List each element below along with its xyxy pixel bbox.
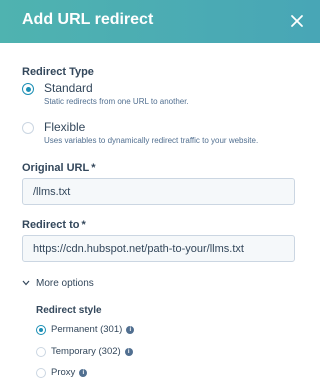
radio-button[interactable] <box>36 325 46 335</box>
redirect-style-label: Redirect style <box>36 305 102 316</box>
redirect-to-label: Redirect to * <box>22 219 86 231</box>
modal-title: Add URL redirect <box>22 11 154 28</box>
radio-label: Proxy <box>51 367 76 378</box>
radio-label: Flexible <box>44 120 86 134</box>
radio-label: Permanent (301) <box>51 324 123 335</box>
radio-label-wrap: Temporary (302) i <box>51 346 133 357</box>
info-icon[interactable]: i <box>79 369 88 377</box>
more-options-toggle[interactable]: More options <box>22 278 94 289</box>
radio-button[interactable] <box>36 347 46 357</box>
more-options-label: More options <box>36 278 94 289</box>
redirect-to-label-text: Redirect to <box>22 219 80 231</box>
original-url-label-text: Original URL <box>22 162 90 174</box>
radio-button[interactable] <box>22 122 34 134</box>
radio-description: Uses variables to dynamically redirect t… <box>44 136 259 145</box>
radio-label: Temporary (302) <box>51 346 121 357</box>
radio-label: Standard <box>44 81 93 95</box>
required-mark: * <box>81 219 86 231</box>
redirect-to-input[interactable] <box>22 235 295 262</box>
required-mark: * <box>91 162 96 174</box>
radio-button[interactable] <box>36 368 46 378</box>
radio-button[interactable] <box>22 83 34 95</box>
original-url-input[interactable] <box>22 178 295 205</box>
modal-header: Add URL redirect <box>0 0 320 43</box>
close-button[interactable] <box>286 10 308 32</box>
radio-label-wrap: Permanent (301) i <box>51 324 135 335</box>
radio-description: Static redirects from one URL to another… <box>44 97 189 106</box>
info-icon[interactable]: i <box>124 348 133 356</box>
redirect-type-label: Redirect Type <box>22 66 94 78</box>
close-icon <box>291 15 303 27</box>
original-url-label: Original URL * <box>22 162 96 174</box>
chevron-down-icon <box>22 278 32 288</box>
info-icon[interactable]: i <box>126 326 135 334</box>
radio-label-wrap: Proxy i <box>51 367 88 378</box>
